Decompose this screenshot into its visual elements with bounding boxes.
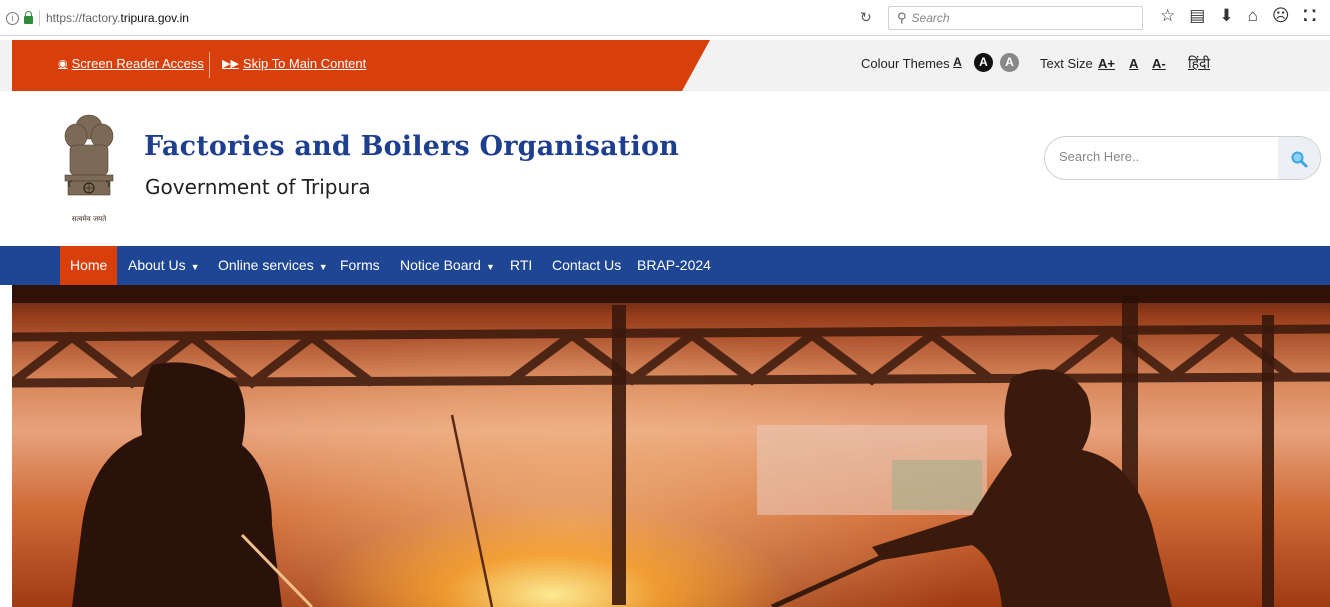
browser-search-placeholder: Search: [911, 11, 950, 25]
nav-contact-us[interactable]: Contact Us: [552, 246, 621, 285]
search-button[interactable]: [1278, 137, 1320, 179]
accessibility-bar: ◉ Screen Reader Access ▶▶ Skip To Main C…: [0, 40, 1330, 91]
hero-banner-image: [12, 285, 1330, 607]
nav-home[interactable]: Home: [60, 246, 118, 285]
text-normal-button[interactable]: A: [1129, 56, 1138, 71]
home-icon[interactable]: ⌂: [1248, 6, 1258, 26]
site-title[interactable]: Factories and Boilers Organisation: [144, 131, 679, 162]
national-emblem-logo[interactable]: सत्यमेव जयते: [56, 109, 122, 231]
nav-about-us[interactable]: About Us ▼: [128, 246, 200, 285]
nav-forms[interactable]: Forms: [340, 246, 380, 285]
search-input[interactable]: [1059, 149, 1259, 164]
text-increase-button[interactable]: A+: [1098, 56, 1115, 71]
theme-dark-button[interactable]: A: [974, 53, 993, 72]
browser-search-box[interactable]: ⚲ Search: [888, 6, 1143, 30]
info-icon[interactable]: i: [6, 11, 19, 25]
search-icon: ⚲: [897, 10, 907, 25]
chevron-down-icon: ▼: [485, 262, 495, 272]
main-navigation: Home About Us ▼ Online services ▼ Forms No…: [0, 246, 1330, 285]
emblem-caption: सत्यमेव जयते: [72, 214, 107, 223]
browser-toolbar: i https://factory.tripura.gov.in ↻ ⚲ Sea…: [0, 0, 1330, 36]
foundry-workers-illustration: [12, 285, 1330, 607]
text-decrease-button[interactable]: A-: [1152, 56, 1166, 71]
download-icon[interactable]: ⬇: [1219, 6, 1233, 26]
chevron-down-icon: ▼: [318, 262, 328, 272]
colour-themes-label: Colour Themes: [861, 56, 950, 71]
url-text[interactable]: https://factory.tripura.gov.in: [46, 11, 189, 25]
shield-icon[interactable]: ⛚: [1304, 6, 1316, 26]
address-bar[interactable]: i https://factory.tripura.gov.in: [6, 8, 189, 28]
skip-to-content-link[interactable]: ▶▶ Skip To Main Content: [222, 56, 366, 71]
text-size-label: Text Size: [1040, 56, 1093, 71]
lock-icon[interactable]: [24, 11, 33, 24]
site-search-box: [1044, 136, 1321, 180]
magnifier-icon: [1291, 151, 1308, 168]
theme-grey-button[interactable]: A: [1000, 53, 1019, 72]
site-subtitle: Government of Tripura: [145, 175, 371, 199]
reader-icon[interactable]: ▤: [1189, 6, 1205, 26]
nav-brap-2024[interactable]: BRAP-2024: [637, 246, 711, 285]
nav-online-services[interactable]: Online services ▼: [218, 246, 328, 285]
eye-slash-icon: ◉: [58, 58, 68, 70]
theme-default-button[interactable]: A: [948, 53, 967, 72]
nav-notice-board[interactable]: Notice Board ▼: [400, 246, 495, 285]
chevron-down-icon: ▼: [190, 262, 200, 272]
reload-icon[interactable]: ↻: [860, 9, 872, 26]
site-header: सत्यमेव जयते Factories and Boilers Organ…: [0, 91, 1330, 246]
star-icon[interactable]: ☆: [1160, 6, 1175, 26]
skip-forward-icon: ▶▶: [222, 58, 239, 70]
language-hindi-link[interactable]: हिंदी: [1188, 54, 1210, 73]
nav-rti[interactable]: RTI: [510, 246, 532, 285]
pocket-icon[interactable]: ☹: [1272, 6, 1290, 26]
screen-reader-link[interactable]: ◉ Screen Reader Access: [58, 56, 204, 71]
